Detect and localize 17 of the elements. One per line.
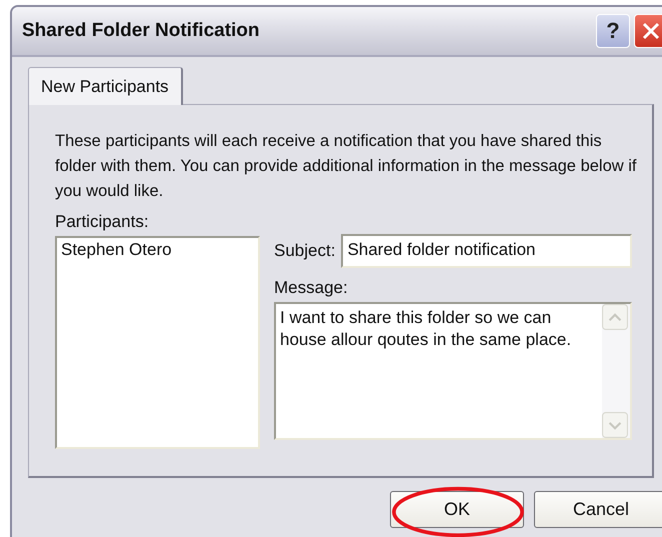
participants-label: Participants:: [55, 212, 150, 232]
window-title: Shared Folder Notification: [22, 20, 260, 42]
subject-label: Subject:: [274, 241, 336, 261]
scrollbar[interactable]: [602, 304, 630, 438]
participants-list[interactable]: Stephen Otero: [55, 236, 260, 449]
description-text: These participants will each receive a notification that you have shared this folder with them. You can provide additional information in the message below if you would like.: [55, 131, 638, 202]
help-button[interactable]: ?: [596, 14, 630, 48]
subject-field[interactable]: Shared folder notification: [341, 234, 632, 268]
dialog-button[interactable]: Cancel: [534, 491, 662, 528]
scroll-up-icon[interactable]: [602, 304, 628, 330]
scroll-down-icon[interactable]: [602, 412, 628, 438]
participant-item[interactable]: Stephen Otero: [61, 240, 172, 259]
tab[interactable]: New Participants: [28, 67, 183, 105]
close-icon: [640, 20, 662, 42]
message-label: Message:: [274, 278, 349, 298]
close-button[interactable]: [634, 14, 662, 48]
message-field[interactable]: I want to share this folder so we can house allour qoutes in the same place.: [274, 302, 632, 440]
